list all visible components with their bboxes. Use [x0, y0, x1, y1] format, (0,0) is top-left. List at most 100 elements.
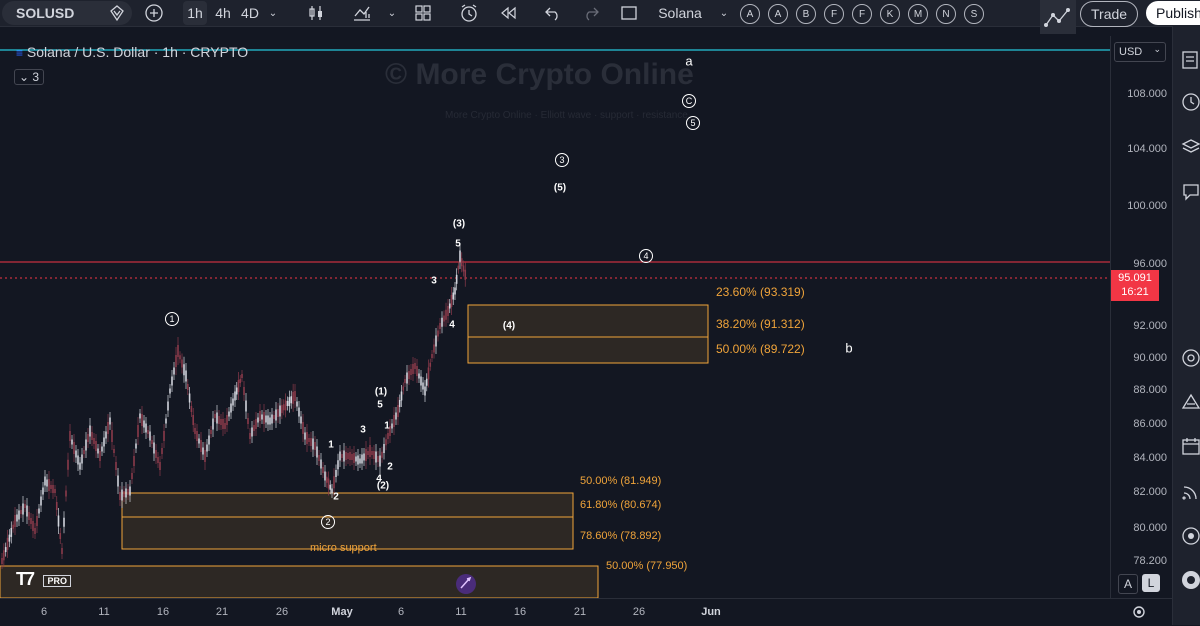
flag-a2[interactable]: A — [768, 4, 788, 24]
fullscreen-icon[interactable] — [618, 1, 640, 25]
redo-icon[interactable] — [580, 1, 602, 25]
candle-body — [210, 430, 212, 434]
tradingview-logo[interactable]: T7 PRO — [16, 569, 71, 590]
auto-scale-button[interactable]: A — [1118, 574, 1138, 594]
candle-body — [109, 417, 111, 425]
interval-label: 4h — [215, 5, 231, 21]
candle-body — [67, 459, 69, 470]
candle-body — [351, 454, 353, 460]
flag-f[interactable]: F — [824, 4, 844, 24]
help-icon[interactable] — [1181, 526, 1200, 549]
flag-b[interactable]: B — [796, 4, 816, 24]
price-scale[interactable]: USD ⌄ 108.000 104.000 100.000 96.000 92.… — [1110, 36, 1173, 598]
candle-body — [127, 489, 129, 495]
indicators-toggle[interactable]: ⌄ 3 — [14, 69, 45, 85]
price-tick: 108.000 — [1127, 88, 1167, 100]
layout-icon[interactable] — [412, 1, 434, 25]
replay-icon[interactable] — [497, 1, 519, 25]
notifications-icon[interactable] — [1181, 570, 1200, 593]
chevron-down-icon[interactable]: ⌄ — [264, 1, 282, 25]
candle-body — [55, 502, 58, 510]
ideas-icon[interactable] — [1181, 392, 1200, 413]
date-tick: 21 — [573, 606, 587, 618]
candle-body — [294, 391, 296, 401]
trade-button[interactable]: Trade — [1080, 1, 1139, 27]
currency-select[interactable]: USD ⌄ — [1114, 42, 1166, 62]
fib-label: 38.20% (91.312) — [716, 317, 805, 331]
publish-button[interactable]: Publish — [1146, 1, 1200, 25]
calendar-icon[interactable] — [1181, 436, 1200, 459]
candle-body — [459, 250, 461, 262]
wave-label: 3 — [555, 153, 569, 167]
candle-body — [263, 412, 265, 424]
drawing-toolbar-icon[interactable] — [1040, 0, 1076, 34]
candle-body — [181, 359, 183, 368]
candle-body — [234, 391, 236, 401]
candle-body — [222, 419, 224, 429]
candle-body — [139, 413, 141, 419]
candle-body — [397, 405, 399, 417]
candle-body — [163, 431, 165, 441]
candle-body — [373, 451, 375, 459]
interval-4h[interactable]: 4h — [211, 1, 235, 25]
candle-body — [161, 448, 163, 454]
exchange-label[interactable]: Solana — [652, 1, 708, 25]
wave-text: 4 — [643, 251, 649, 261]
chevron-down-icon[interactable]: ⌄ — [385, 1, 399, 25]
candle-body — [267, 415, 269, 425]
flag-m[interactable]: M — [908, 4, 928, 24]
settings-icon[interactable] — [1131, 604, 1147, 623]
candle-body — [103, 437, 105, 447]
target-icon[interactable] — [1181, 348, 1200, 371]
right-sidebar — [1172, 26, 1200, 625]
candle-body — [367, 451, 369, 455]
flag-s[interactable]: S — [964, 4, 984, 24]
candle-body — [159, 462, 161, 470]
wave-text: 1 — [169, 314, 175, 324]
flag-k[interactable]: K — [880, 4, 900, 24]
compare-icon[interactable] — [106, 1, 128, 25]
candle-body — [220, 419, 222, 425]
candle-body — [304, 432, 306, 440]
interval-1h[interactable]: 1h — [183, 1, 207, 25]
broadcast-icon[interactable] — [1181, 482, 1200, 505]
watchlist-icon[interactable] — [1181, 50, 1199, 73]
magic-icon[interactable] — [454, 573, 478, 598]
chevron-down-icon[interactable]: ⌄ — [716, 1, 732, 25]
log-scale-button[interactable]: L — [1142, 574, 1160, 592]
time-axis[interactable]: 6 11 16 21 26 May 6 11 16 21 26 Jun — [0, 598, 1172, 626]
candle-body — [455, 274, 458, 284]
price-tick: 78.200 — [1133, 555, 1167, 567]
candle-body — [454, 287, 456, 295]
candles-icon[interactable] — [305, 1, 327, 25]
date-tick: May — [331, 606, 353, 618]
candle-body — [355, 456, 357, 462]
undo-icon[interactable] — [542, 1, 564, 25]
flag-f2[interactable]: F — [852, 4, 872, 24]
indicators-icon[interactable] — [350, 1, 374, 25]
candle-body — [327, 478, 330, 489]
candle-body — [406, 372, 408, 384]
clock-icon[interactable] — [1181, 92, 1200, 115]
wave-label: 2 — [387, 461, 393, 473]
candle-body — [243, 387, 245, 395]
candle-body — [22, 503, 24, 515]
candle-body — [361, 454, 363, 464]
candle-body — [249, 433, 251, 439]
flag-n[interactable]: N — [936, 4, 956, 24]
add-symbol-icon[interactable] — [142, 1, 166, 25]
candle-body — [271, 414, 273, 424]
alert-clock-icon[interactable] — [457, 1, 481, 25]
interval-4d[interactable]: 4D — [238, 1, 262, 25]
candle-body — [324, 471, 326, 481]
wave-label: 5 — [455, 238, 461, 250]
layers-icon[interactable] — [1181, 138, 1200, 159]
chart-canvas[interactable]: © More Crypto Online More Crypto Online … — [0, 36, 1110, 598]
candle-body — [462, 265, 465, 272]
candle-body — [424, 386, 426, 396]
chat-icon[interactable] — [1181, 182, 1200, 205]
candle-body — [18, 510, 20, 520]
candle-body — [200, 440, 202, 452]
flag-letter: F — [858, 8, 866, 20]
flag-a[interactable]: A — [740, 4, 760, 24]
